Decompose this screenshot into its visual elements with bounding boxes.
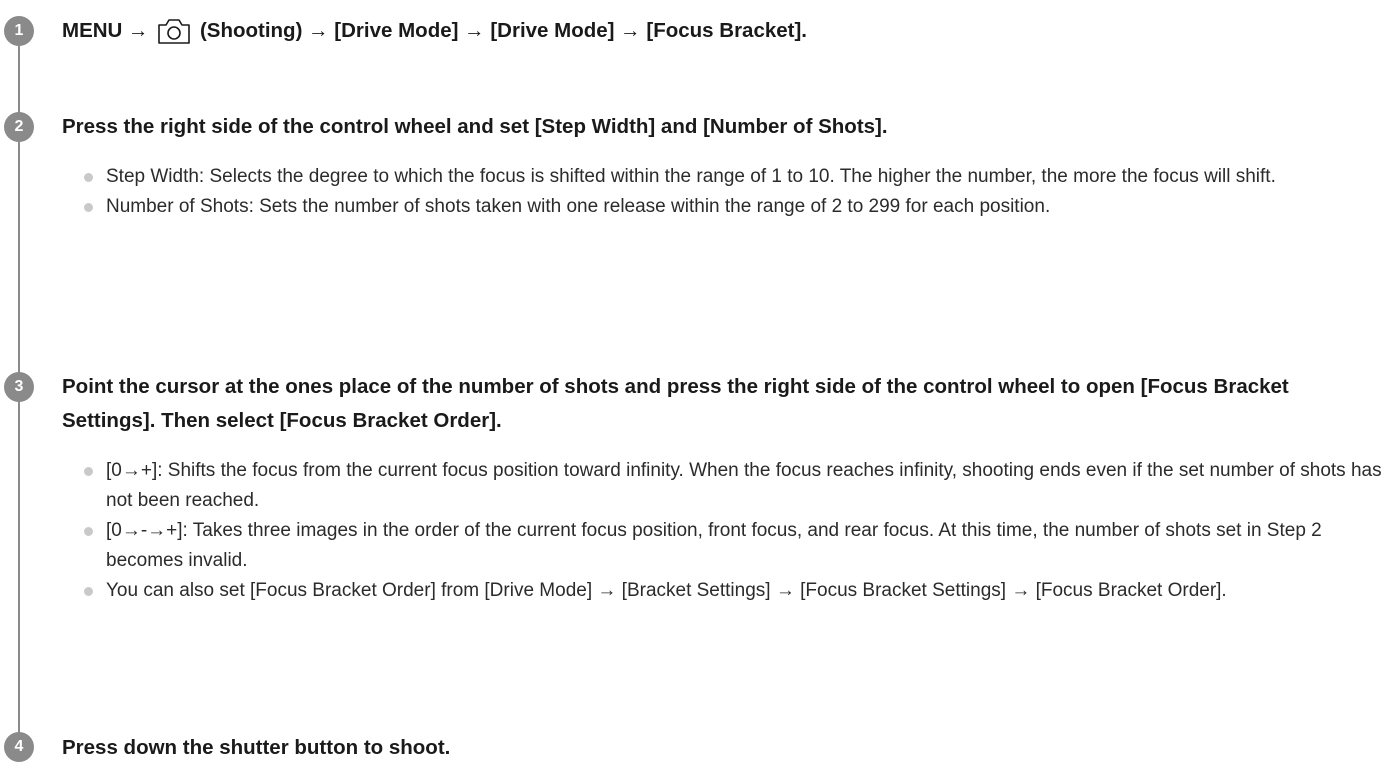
step-number-badge: 3 xyxy=(4,372,34,402)
bullet-text: [0→+]: Shifts the focus from the current… xyxy=(106,460,1382,511)
bullet-dot-icon xyxy=(84,467,93,476)
bullet-dot-icon xyxy=(84,173,93,182)
list-item: [0→+]: Shifts the focus from the current… xyxy=(84,456,1384,516)
list-item: Step Width: Selects the degree to which … xyxy=(84,162,1384,192)
camera-icon xyxy=(156,17,192,56)
step-title: Press the right side of the control whee… xyxy=(62,115,888,138)
bullet-text: Number of Shots: Sets the number of shot… xyxy=(106,196,1051,217)
step-title: Press down the shutter button to shoot. xyxy=(62,736,451,759)
step-title-prefix: MENU → xyxy=(62,19,155,42)
step-number-badge: 1 xyxy=(4,16,34,46)
step-title: MENU → (Shooting) → [Drive Mode] → [Driv… xyxy=(62,14,1382,56)
bullet-text: Step Width: Selects the degree to which … xyxy=(106,166,1276,187)
list-item: Number of Shots: Sets the number of shot… xyxy=(84,192,1384,222)
step-title-suffix: (Shooting) → [Drive Mode] → [Drive Mode]… xyxy=(194,19,808,42)
step-bullet-list: Step Width: Selects the degree to which … xyxy=(84,162,1384,222)
bullet-text: [0→-→+]: Takes three images in the order… xyxy=(106,520,1322,571)
bullet-dot-icon xyxy=(84,203,93,212)
bullet-dot-icon xyxy=(84,587,93,596)
bullet-text: You can also set [Focus Bracket Order] f… xyxy=(106,580,1227,601)
list-item: [0→-→+]: Takes three images in the order… xyxy=(84,516,1384,576)
step-title: Point the cursor at the ones place of th… xyxy=(62,375,1289,432)
step-number-badge: 4 xyxy=(4,732,34,762)
step-bullet-list: [0→+]: Shifts the focus from the current… xyxy=(84,456,1384,606)
step-number-badge: 2 xyxy=(4,112,34,142)
bullet-dot-icon xyxy=(84,527,93,536)
procedure-steps: 1 MENU → (Shooting) → [Drive Mode] → [Dr… xyxy=(0,0,1396,765)
list-item: You can also set [Focus Bracket Order] f… xyxy=(84,576,1384,606)
